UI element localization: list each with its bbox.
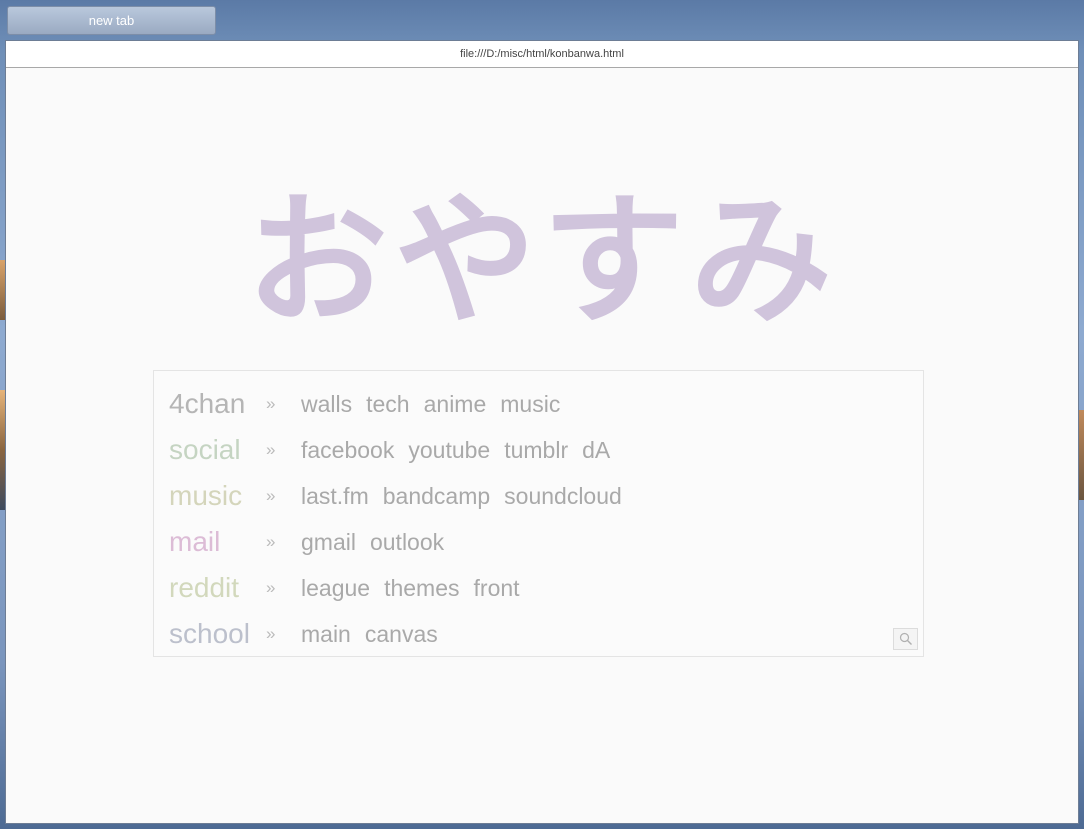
link-da[interactable]: dA	[582, 437, 610, 464]
browser-window: file:///D:/misc/html/konbanwa.html おやすみ …	[5, 40, 1079, 824]
link-list: facebook youtube tumblr dA	[301, 437, 610, 464]
category-label: 4chan	[169, 388, 246, 419]
link-bandcamp[interactable]: bandcamp	[383, 483, 490, 510]
link-facebook[interactable]: facebook	[301, 437, 394, 464]
link-list: last.fm bandcamp soundcloud	[301, 483, 622, 510]
link-front[interactable]: front	[474, 575, 520, 602]
url-text: file:///D:/misc/html/konbanwa.html	[460, 48, 624, 60]
search-button[interactable]	[893, 628, 918, 650]
separator: »	[266, 532, 276, 551]
separator: »	[266, 624, 276, 643]
separator: »	[266, 486, 276, 505]
category-label: reddit	[169, 572, 240, 603]
link-list: walls tech anime music	[301, 391, 560, 418]
link-tumblr[interactable]: tumblr	[504, 437, 568, 464]
category-label: school	[169, 618, 250, 649]
search-icon	[899, 632, 912, 645]
links-panel: 4chan » walls tech anime music social » …	[153, 370, 924, 657]
category-label: social	[169, 434, 241, 465]
link-lastfm[interactable]: last.fm	[301, 483, 369, 510]
link-themes[interactable]: themes	[384, 575, 459, 602]
tab-new-tab[interactable]: new tab	[7, 6, 216, 35]
separator: »	[266, 394, 276, 413]
link-list: gmail outlook	[301, 529, 444, 556]
greeting-heading: おやすみ	[246, 179, 838, 344]
link-list: league themes front	[301, 575, 520, 602]
address-bar[interactable]: file:///D:/misc/html/konbanwa.html	[6, 41, 1078, 68]
link-league[interactable]: league	[301, 575, 370, 602]
category-label: mail	[169, 526, 221, 557]
link-list: main canvas	[301, 621, 438, 648]
link-canvas[interactable]: canvas	[365, 621, 438, 648]
link-music[interactable]: music	[500, 391, 560, 418]
link-main[interactable]: main	[301, 621, 351, 648]
separator: »	[266, 440, 276, 459]
category-label: music	[169, 480, 243, 511]
link-walls[interactable]: walls	[301, 391, 352, 418]
link-gmail[interactable]: gmail	[301, 529, 356, 556]
separator: »	[266, 578, 276, 597]
link-outlook[interactable]: outlook	[370, 529, 444, 556]
link-tech[interactable]: tech	[366, 391, 409, 418]
link-anime[interactable]: anime	[424, 391, 487, 418]
link-soundcloud[interactable]: soundcloud	[504, 483, 622, 510]
link-youtube[interactable]: youtube	[408, 437, 490, 464]
